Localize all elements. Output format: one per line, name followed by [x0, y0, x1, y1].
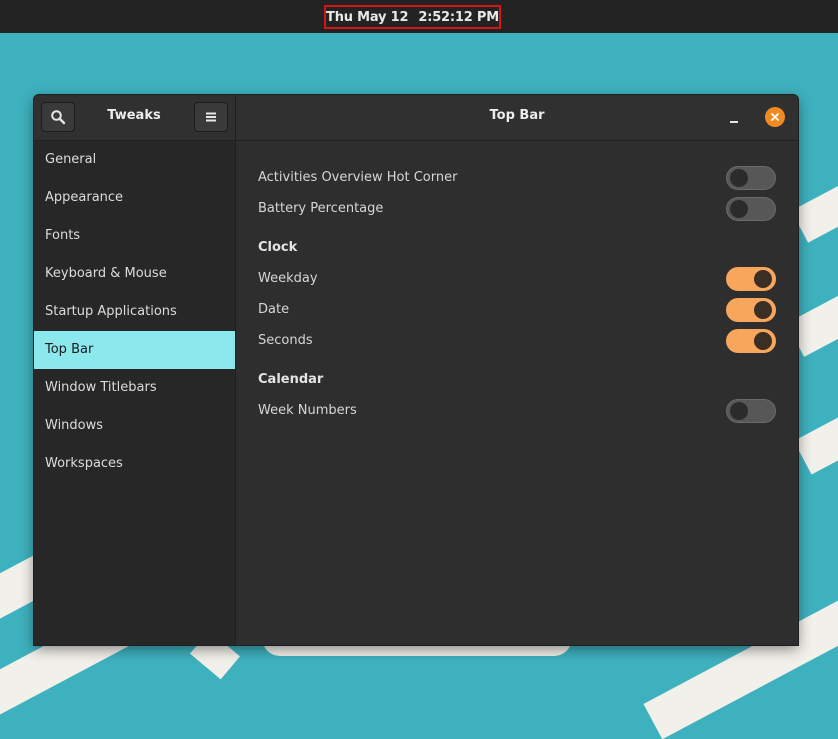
sidebar-title: Tweaks [107, 108, 161, 123]
toggle-knob [730, 200, 748, 218]
settings-panel: Activities Overview Hot Corner Battery P… [236, 141, 798, 645]
clock-time: 2:52:12 PM [418, 9, 499, 25]
toggle-knob [730, 169, 748, 187]
minimize-icon [730, 121, 738, 123]
battery-percentage-toggle[interactable] [726, 197, 776, 221]
toggle-knob [730, 402, 748, 420]
main-header: Top Bar [236, 95, 798, 141]
close-button[interactable] [765, 107, 785, 127]
seconds-label: Seconds [258, 333, 313, 348]
weekday-label: Weekday [258, 271, 318, 286]
setting-row-battery: Battery Percentage [258, 197, 776, 223]
clock-section-title: Clock [258, 240, 298, 255]
setting-row-seconds: Seconds [258, 329, 776, 355]
calendar-section-title: Calendar [258, 372, 324, 387]
sidebar-item-keyboard-mouse[interactable]: Keyboard & Mouse [34, 255, 235, 293]
toggle-knob [754, 332, 772, 350]
clock-day: Thu May 12 [326, 9, 409, 25]
toggle-knob [754, 270, 772, 288]
date-toggle[interactable] [726, 298, 776, 322]
sidebar-item-window-titlebars[interactable]: Window Titlebars [34, 369, 235, 407]
search-button[interactable] [41, 102, 75, 132]
minimize-button[interactable] [724, 109, 744, 129]
date-label: Date [258, 302, 290, 317]
week-numbers-label: Week Numbers [258, 403, 357, 418]
hot-corner-label: Activities Overview Hot Corner [258, 170, 458, 185]
setting-row-week-numbers: Week Numbers [258, 399, 776, 425]
sidebar-item-workspaces[interactable]: Workspaces [34, 445, 235, 483]
sidebar-item-startup-applications[interactable]: Startup Applications [34, 293, 235, 331]
sidebar-item-top-bar[interactable]: Top Bar [34, 331, 235, 369]
sidebar-item-appearance[interactable]: Appearance [34, 179, 235, 217]
close-icon [771, 113, 779, 121]
sidebar-item-windows[interactable]: Windows [34, 407, 235, 445]
hot-corner-toggle[interactable] [726, 166, 776, 190]
tweaks-window: Tweaks Top Bar General Appearance Fonts [34, 95, 798, 645]
sidebar-item-general[interactable]: General [34, 141, 235, 179]
menu-button[interactable] [194, 102, 228, 132]
top-panel: Thu May 12 2:52:12 PM [0, 0, 838, 33]
setting-row-weekday: Weekday [258, 267, 776, 293]
sidebar-header: Tweaks [34, 95, 236, 141]
toggle-knob [754, 301, 772, 319]
hamburger-menu-icon [206, 112, 216, 122]
page-title: Top Bar [489, 108, 545, 123]
battery-percentage-label: Battery Percentage [258, 201, 384, 216]
wallpaper-stripe [793, 403, 838, 475]
setting-row-date: Date [258, 298, 776, 324]
week-numbers-toggle[interactable] [726, 399, 776, 423]
weekday-toggle[interactable] [726, 267, 776, 291]
sidebar-item-fonts[interactable]: Fonts [34, 217, 235, 255]
setting-row-hot-corner: Activities Overview Hot Corner [258, 166, 776, 192]
panel-clock[interactable]: Thu May 12 2:52:12 PM [324, 5, 501, 29]
seconds-toggle[interactable] [726, 329, 776, 353]
search-icon [51, 110, 66, 125]
sidebar: General Appearance Fonts Keyboard & Mous… [34, 141, 236, 645]
wallpaper-stripe [791, 173, 838, 243]
